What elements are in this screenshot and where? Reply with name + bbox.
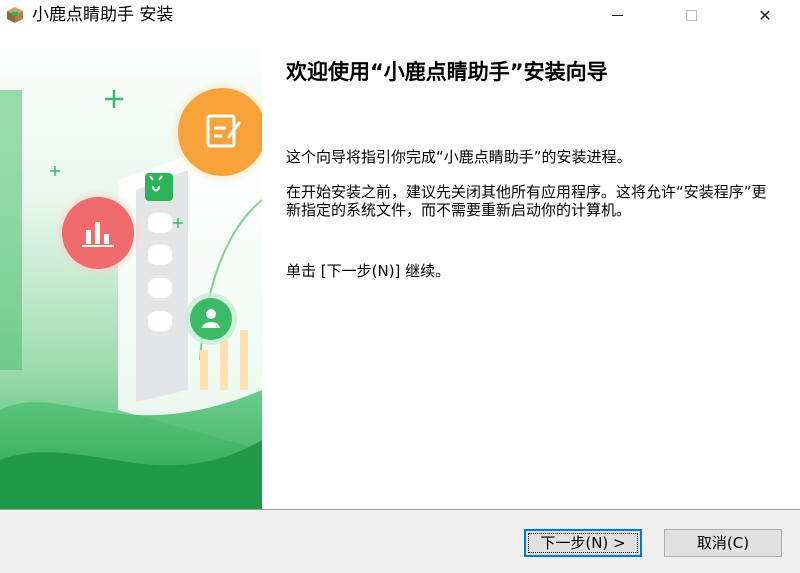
maximize-button[interactable] bbox=[668, 0, 714, 30]
minimize-icon bbox=[611, 14, 623, 16]
focus-rectangle bbox=[528, 533, 638, 553]
close-apps-text: 在开始安装之前，建议先关闭其他所有应用程序。这将允许“安装程序”更新指定的系统文… bbox=[286, 183, 767, 219]
welcome-content: 欢迎使用“小鹿点睛助手”安装向导 这个向导将指引你完成“小鹿点睛助手”的安装进程… bbox=[262, 30, 800, 509]
installer-package-icon bbox=[6, 6, 24, 24]
welcome-sidebar-illustration bbox=[0, 30, 262, 509]
title-bar[interactable]: 小鹿点睛助手 安装 ✕ bbox=[0, 0, 800, 30]
maximize-icon bbox=[685, 9, 697, 21]
page-title: 欢迎使用“小鹿点睛助手”安装向导 bbox=[286, 60, 608, 84]
bar-chart-icon bbox=[54, 189, 142, 277]
close-icon: ✕ bbox=[758, 5, 772, 25]
window-title: 小鹿点睛助手 安装 bbox=[32, 5, 174, 25]
cancel-button[interactable]: 取消(C) bbox=[664, 529, 782, 557]
next-button[interactable]: 下一步(N) > bbox=[524, 529, 642, 557]
user-icon bbox=[185, 293, 237, 345]
cancel-button-label: 取消(C) bbox=[696, 534, 750, 552]
close-button[interactable]: ✕ bbox=[742, 0, 788, 30]
intro-text: 这个向导将指引你完成“小鹿点睛助手”的安装进程。 bbox=[286, 148, 632, 166]
minimize-button[interactable] bbox=[594, 0, 640, 30]
continue-instruction: 单击 [下一步(N)] 继续。 bbox=[286, 262, 451, 280]
button-bar: 下一步(N) > 取消(C) bbox=[0, 509, 800, 573]
